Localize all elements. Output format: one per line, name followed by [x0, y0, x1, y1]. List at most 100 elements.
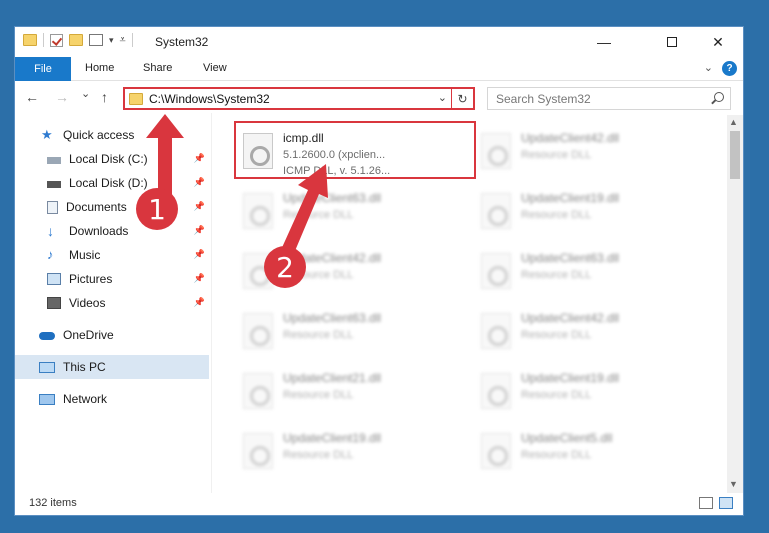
- folder-icon: [129, 93, 143, 105]
- dll-file-icon: [243, 433, 273, 469]
- file-tile[interactable]: UpdateClient63.dll Resource DLL: [235, 301, 465, 357]
- file-tile[interactable]: UpdateClient42.dll Resource DLL: [473, 301, 703, 357]
- close-button[interactable]: ✕: [695, 27, 741, 57]
- quick-access-toolbar: ▾ ⩡: [23, 33, 133, 47]
- pictures-icon: [47, 273, 61, 285]
- window-title: System32: [155, 35, 209, 49]
- address-bar[interactable]: C:\Windows\System32 ⌄ ↻: [123, 87, 475, 110]
- recent-locations-button[interactable]: ⌄: [81, 87, 90, 100]
- file-name: UpdateClient21.dll: [283, 371, 382, 385]
- dll-file-icon: [481, 193, 511, 229]
- file-type: Resource DLL: [521, 389, 592, 401]
- status-bar: 132 items: [15, 493, 743, 515]
- sidebar-item-label: Quick access: [63, 128, 135, 142]
- sidebar-item-label: Local Disk (C:): [69, 152, 148, 166]
- back-button[interactable]: ←: [25, 89, 39, 105]
- sidebar-item-label: Videos: [69, 296, 106, 310]
- file-type: Resource DLL: [521, 449, 592, 461]
- sidebar-item-label: Music: [69, 248, 101, 262]
- sidebar-item-label: Pictures: [69, 272, 113, 286]
- folder-icon: [23, 34, 37, 46]
- pin-icon: 📌: [193, 297, 205, 307]
- search-icon: [714, 92, 724, 102]
- scroll-down-icon[interactable]: ▼: [729, 479, 738, 489]
- pin-icon: 📌: [193, 225, 205, 235]
- toolbar-separator: [131, 33, 133, 47]
- maximize-icon: [667, 37, 677, 47]
- tab-home[interactable]: Home: [85, 62, 114, 74]
- toolbar-menu-icon[interactable]: ⩡: [120, 34, 126, 47]
- dll-file-icon: [243, 313, 273, 349]
- properties-check-icon[interactable]: [50, 33, 63, 47]
- annotation-arrow-1: [146, 114, 184, 200]
- new-folder-icon[interactable]: [69, 34, 83, 46]
- sidebar-item-music[interactable]: ♪ Music 📌: [15, 243, 209, 267]
- sidebar-item-downloads[interactable]: ↓ Downloads 📌: [15, 219, 209, 243]
- file-tile[interactable]: UpdateClient19.dll Resource DLL: [473, 181, 703, 237]
- sidebar-item-pictures[interactable]: Pictures 📌: [15, 267, 209, 291]
- sidebar-item-label: Downloads: [69, 224, 129, 238]
- file-tile[interactable]: UpdateClient5.dll Resource DLL: [473, 421, 703, 477]
- expand-ribbon-icon[interactable]: ⌄: [704, 61, 713, 74]
- file-name: UpdateClient19.dll: [283, 431, 382, 445]
- annotation-arrow-2: [280, 164, 328, 258]
- sidebar-item-network[interactable]: Network: [15, 387, 209, 411]
- up-button[interactable]: ↑: [101, 89, 108, 105]
- documents-icon: [47, 200, 58, 214]
- toolbar-separator: [43, 33, 44, 47]
- file-tile[interactable]: UpdateClient21.dll Resource DLL: [235, 361, 465, 417]
- minimize-button[interactable]: —: [581, 27, 627, 57]
- pin-icon: 📌: [193, 177, 205, 187]
- step-badge-2: 2: [264, 246, 306, 288]
- refresh-button[interactable]: ↻: [451, 89, 473, 108]
- file-tile[interactable]: UpdateClient63.dll Resource DLL: [473, 241, 703, 297]
- address-dropdown-icon[interactable]: ⌄: [438, 91, 447, 104]
- address-path: C:\Windows\System32: [149, 92, 270, 106]
- file-tile[interactable]: UpdateClient19.dll Resource DLL: [473, 361, 703, 417]
- file-name: UpdateClient42.dll: [521, 131, 620, 145]
- sidebar-item-this-pc[interactable]: This PC: [15, 355, 209, 379]
- dll-file-icon: [243, 373, 273, 409]
- dll-file-icon: [243, 193, 273, 229]
- tab-file[interactable]: File: [15, 57, 71, 81]
- file-type: Resource DLL: [521, 329, 592, 341]
- ribbon-tabs: File Home Share View ⌄ ?: [15, 57, 743, 81]
- tab-share[interactable]: Share: [143, 62, 172, 74]
- toolbar-dropdown-icon[interactable]: ▾: [109, 35, 114, 46]
- large-icons-view-icon[interactable]: [719, 497, 733, 509]
- scroll-thumb[interactable]: [730, 131, 740, 179]
- dll-file-icon: [481, 253, 511, 289]
- dll-file-icon: [481, 373, 511, 409]
- file-type: Resource DLL: [283, 389, 354, 401]
- downloads-icon: ↓: [47, 223, 54, 239]
- customize-toolbar-icon[interactable]: [89, 34, 103, 46]
- file-tile[interactable]: UpdateClient19.dll Resource DLL: [235, 421, 465, 477]
- help-icon[interactable]: ?: [722, 61, 737, 76]
- tab-view[interactable]: View: [203, 62, 227, 74]
- title-bar: ▾ ⩡ System32 — ✕: [15, 27, 743, 57]
- sidebar-item-onedrive[interactable]: OneDrive: [15, 323, 209, 347]
- forward-button[interactable]: →: [55, 89, 69, 105]
- explorer-window: ▾ ⩡ System32 — ✕ File Home Share View ⌄ …: [14, 26, 744, 516]
- minimize-icon: —: [597, 34, 611, 50]
- vertical-scrollbar[interactable]: ▲ ▼: [727, 115, 743, 493]
- star-icon: ★: [41, 127, 53, 142]
- videos-icon: [47, 297, 61, 309]
- scroll-up-icon[interactable]: ▲: [729, 117, 738, 127]
- navigation-bar: ← → ⌄ ↑ C:\Windows\System32 ⌄ ↻ Search S…: [15, 83, 743, 113]
- sidebar-item-label: Documents: [66, 200, 127, 214]
- file-name: UpdateClient5.dll: [521, 431, 613, 445]
- file-name: UpdateClient42.dll: [521, 311, 620, 325]
- details-view-icon[interactable]: [699, 497, 713, 509]
- cloud-icon: [39, 332, 55, 340]
- search-box[interactable]: Search System32: [487, 87, 731, 110]
- sidebar-item-videos[interactable]: Videos 📌: [15, 291, 209, 315]
- dll-file-icon: [481, 313, 511, 349]
- drive-icon: [47, 157, 61, 164]
- drive-icon: [47, 181, 61, 188]
- pin-icon: 📌: [193, 249, 205, 259]
- file-tile[interactable]: UpdateClient42.dll Resource DLL: [473, 121, 703, 177]
- maximize-button[interactable]: [649, 27, 695, 57]
- network-icon: [39, 393, 55, 405]
- search-input[interactable]: Search System32: [496, 92, 591, 106]
